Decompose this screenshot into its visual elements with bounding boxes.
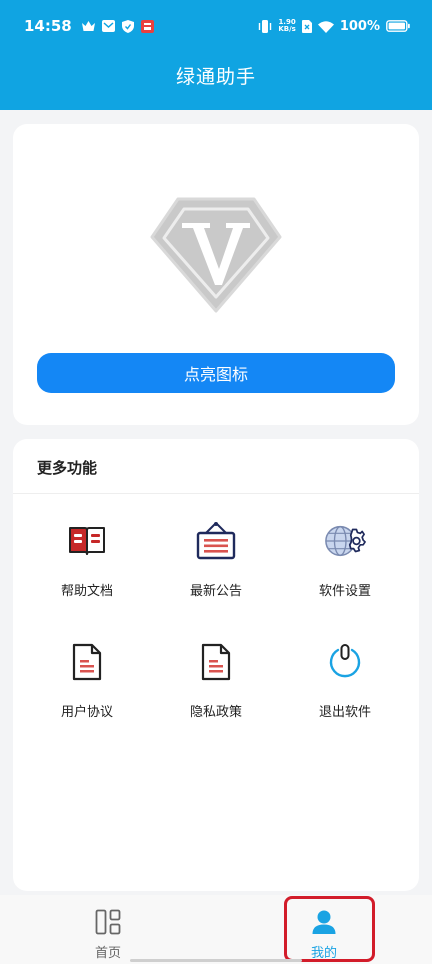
vibrate-icon (259, 19, 272, 33)
divider (13, 493, 419, 494)
feature-label: 软件设置 (318, 584, 371, 599)
feature-exit-software[interactable]: 退出软件 (285, 641, 405, 731)
app-badge-icon (140, 19, 154, 33)
highlight-annotation (284, 896, 375, 962)
feature-help-docs[interactable]: 帮助文档 (27, 520, 147, 610)
network-speed: 1.90 KB/s (278, 19, 295, 33)
feature-label: 帮助文档 (60, 584, 113, 599)
status-left: 14:58 (24, 17, 154, 35)
feature-label: 退出软件 (318, 705, 371, 720)
network-speed-unit: KB/s (278, 25, 296, 33)
vip-v-badge-icon[interactable] (148, 193, 284, 315)
globe-gear-icon (324, 520, 366, 562)
vip-card: 点亮图标 (13, 124, 419, 425)
document-icon (195, 641, 237, 683)
crown-icon (81, 20, 95, 31)
feature-latest-notice[interactable]: 最新公告 (156, 520, 276, 610)
status-bar: 14:58 1.90 KB/s 100% (0, 0, 432, 52)
feature-privacy-policy[interactable]: 隐私政策 (156, 641, 276, 731)
power-icon (324, 641, 366, 683)
feature-label: 隐私政策 (189, 705, 242, 720)
feature-label: 用户协议 (60, 705, 113, 720)
more-features-card: 更多功能 帮助文档 最新公告 软件设置 用户协议 隐私政策 退出软件 (13, 439, 419, 891)
book-icon (66, 520, 108, 562)
feature-label: 最新公告 (189, 584, 242, 599)
home-indicator (130, 959, 302, 962)
status-right: 1.90 KB/s 100% (258, 19, 410, 34)
shield-icon (121, 19, 134, 33)
wifi-icon (317, 20, 334, 33)
document-icon (66, 641, 108, 683)
page-title: 绿通助手 (175, 66, 256, 88)
feature-software-settings[interactable]: 软件设置 (285, 520, 405, 610)
app-header: 14:58 1.90 KB/s 100% 绿通助手 (0, 0, 432, 110)
section-title: 更多功能 (37, 459, 98, 477)
feature-user-agreement[interactable]: 用户协议 (27, 641, 147, 731)
battery-level: 100% (339, 18, 380, 34)
status-time: 14:58 (24, 17, 72, 35)
notice-board-icon (195, 520, 237, 562)
battery-icon (386, 20, 410, 32)
nav-home-label: 首页 (94, 946, 121, 961)
nav-tab-home[interactable]: 首页 (48, 895, 168, 964)
light-icon-button[interactable]: 点亮图标 (37, 353, 395, 393)
mail-icon (101, 20, 115, 32)
home-grid-icon (94, 908, 122, 936)
sim-icon (301, 19, 312, 33)
